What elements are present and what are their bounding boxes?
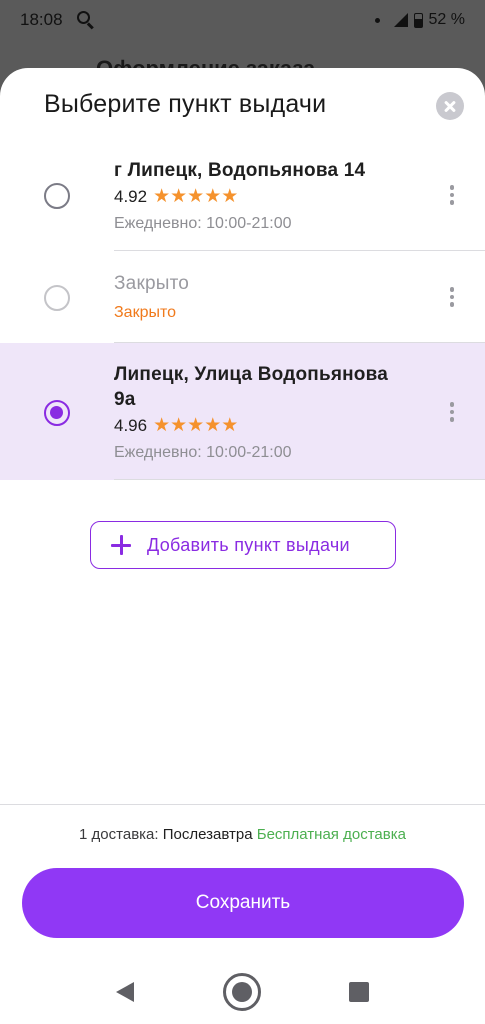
radio-button-checked[interactable]	[44, 400, 70, 426]
home-icon[interactable]	[223, 973, 261, 1011]
delivery-count: 1 доставка:	[79, 826, 159, 843]
divider	[114, 479, 485, 480]
more-options-icon[interactable]	[449, 185, 455, 205]
sheet-header: Выберите пункт выдачи	[0, 68, 485, 144]
free-delivery-label: Бесплатная доставка	[256, 826, 406, 843]
closed-status: Закрыто	[114, 304, 177, 321]
radio-button[interactable]	[44, 183, 70, 209]
search-icon	[76, 11, 95, 30]
pickup-point-item-selected[interactable]: Липецк, Улица Водопьянова 9а 4.96 ★★★★★ …	[0, 343, 485, 480]
pickup-point-item[interactable]: Закрыто Закрыто	[0, 251, 485, 343]
more-options-icon[interactable]	[449, 402, 455, 422]
footer-divider	[0, 804, 485, 805]
rating-row: 4.96 ★★★★★	[114, 416, 425, 436]
delivery-date: Послезавтра	[162, 826, 253, 843]
signal-icon	[393, 13, 408, 27]
sheet-title: Выберите пункт выдачи	[44, 90, 327, 118]
pickup-point-item[interactable]: г Липецк, Водопьянова 14 4.92 ★★★★★ Ежед…	[0, 144, 485, 251]
add-pickup-point-button[interactable]: Добавить пункт выдачи	[90, 521, 396, 569]
rating-value: 4.92	[114, 187, 148, 206]
pickup-address: Липецк, Улица Водопьянова	[114, 364, 388, 385]
status-time: 18:08	[20, 10, 63, 29]
item-content: г Липецк, Водопьянова 14 4.92 ★★★★★ Ежед…	[114, 158, 425, 233]
opening-hours: Ежедневно: 10:00-21:00	[114, 215, 292, 232]
pickup-address-line2: 9а	[114, 389, 136, 410]
star-rating-icon: ★★★★★	[153, 415, 239, 436]
delivery-info: 1 доставка: Послезавтра Бесплатная доста…	[0, 826, 485, 843]
add-pickup-point-label: Добавить пункт выдачи	[147, 534, 350, 555]
radio-button[interactable]	[44, 285, 70, 311]
system-nav-bar	[0, 958, 485, 1024]
pickup-point-list: г Липецк, Водопьянова 14 4.92 ★★★★★ Ежед…	[0, 144, 485, 480]
notification-dot-icon	[374, 17, 380, 23]
battery-percent: 52 %	[428, 11, 465, 28]
item-content: Липецк, Улица Водопьянова 9а 4.96 ★★★★★ …	[114, 362, 425, 462]
status-indicators: 52 %	[374, 11, 465, 29]
item-content: Закрыто Закрыто	[114, 271, 425, 322]
rating-value: 4.96	[114, 416, 148, 435]
recents-icon[interactable]	[349, 982, 369, 1002]
pickup-point-sheet: Выберите пункт выдачи г Липецк, Водопьян…	[0, 68, 485, 1024]
pickup-address: Закрыто	[114, 273, 190, 294]
opening-hours: Ежедневно: 10:00-21:00	[114, 444, 292, 461]
battery-icon	[413, 12, 423, 28]
plus-icon	[111, 535, 131, 555]
back-icon[interactable]	[116, 982, 134, 1002]
save-button[interactable]: Сохранить	[22, 868, 464, 938]
pickup-address: г Липецк, Водопьянова 14	[114, 160, 366, 181]
star-rating-icon: ★★★★★	[153, 186, 239, 207]
rating-row: 4.92 ★★★★★	[114, 187, 425, 207]
close-button[interactable]	[436, 92, 464, 120]
more-options-icon[interactable]	[449, 287, 455, 307]
status-bar: 18:08 52 %	[0, 0, 485, 40]
